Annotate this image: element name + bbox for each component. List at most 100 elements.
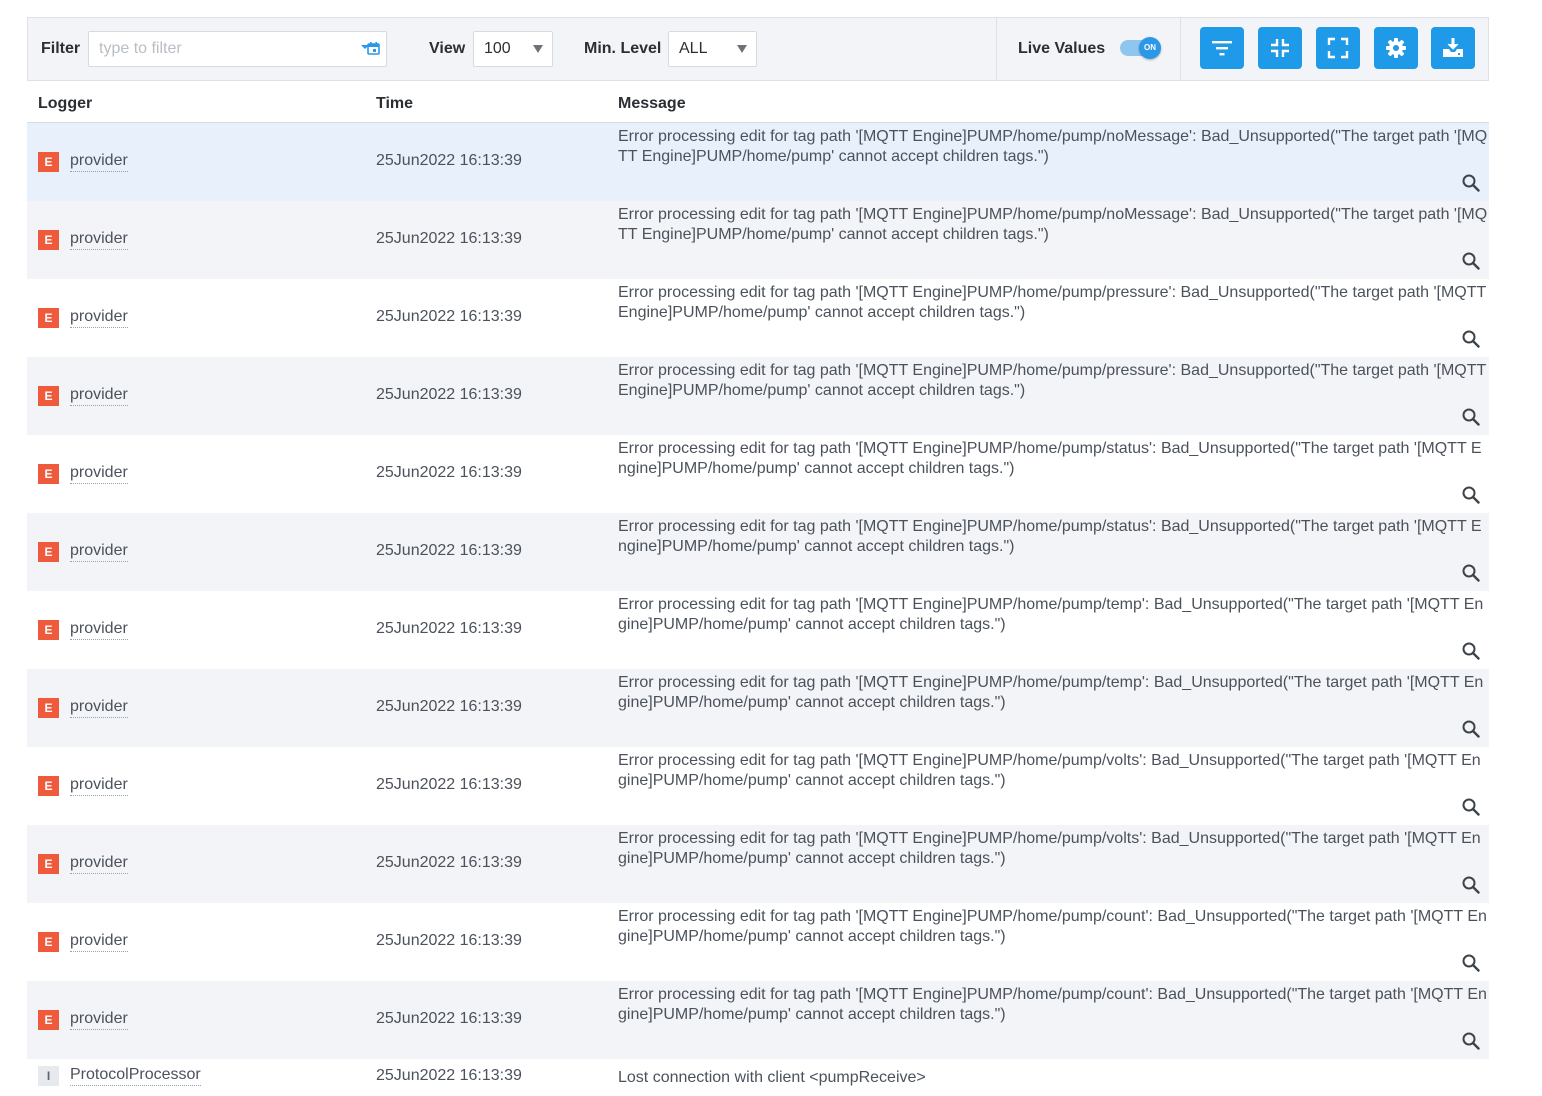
magnifier-icon[interactable]	[1462, 564, 1480, 582]
log-row[interactable]: Eprovider 25Jun2022 16:13:39 Error process…	[27, 591, 1489, 669]
log-message: Error processing edit for tag path '[MQT…	[618, 362, 1486, 399]
filter-date-icon[interactable]	[360, 39, 380, 59]
download-button[interactable]	[1431, 27, 1475, 69]
logger-link[interactable]: provider	[70, 385, 128, 406]
min-level-select[interactable]: ALL	[668, 31, 757, 67]
log-row[interactable]: I ProtocolProcessor 25Jun2022 16:13:39 Lost…	[27, 1059, 1489, 1094]
log-table-body: Eprovider 25Jun2022 16:13:39 Error process…	[27, 123, 1489, 1094]
magnifier-icon[interactable]	[1462, 174, 1480, 192]
magnifier-icon[interactable]	[1462, 252, 1480, 270]
logger-link[interactable]: provider	[70, 307, 128, 328]
log-time: 25Jun2022 16:13:39	[376, 698, 522, 715]
log-time: 25Jun2022 16:13:39	[376, 230, 522, 247]
log-row[interactable]: Eprovider 25Jun2022 16:13:39 Error process…	[27, 825, 1489, 903]
log-time: 25Jun2022 16:13:39	[376, 776, 522, 793]
log-row[interactable]: Eprovider 25Jun2022 16:13:39 Error process…	[27, 669, 1489, 747]
magnifier-icon[interactable]	[1462, 798, 1480, 816]
logger-link[interactable]: provider	[70, 853, 128, 874]
log-row[interactable]: Eprovider 25Jun2022 16:13:39 Error process…	[27, 201, 1489, 279]
error-level-badge: E	[38, 464, 59, 484]
table-header: Logger Time Message	[27, 90, 1489, 123]
error-level-badge: E	[38, 932, 59, 952]
log-time: 25Jun2022 16:13:39	[376, 152, 522, 169]
view-select[interactable]: 100	[473, 31, 553, 67]
download-icon	[1443, 38, 1463, 57]
log-time: 25Jun2022 16:13:39	[376, 386, 522, 403]
logger-link[interactable]: provider	[70, 931, 128, 952]
log-message: Error processing edit for tag path '[MQT…	[618, 674, 1484, 711]
magnifier-icon[interactable]	[1462, 1032, 1480, 1050]
info-level-badge: I	[38, 1066, 59, 1086]
logger-link[interactable]: provider	[70, 1009, 128, 1030]
log-message: Error processing edit for tag path '[MQT…	[618, 440, 1482, 477]
log-message: Lost connection with client <pumpReceive…	[618, 1069, 926, 1086]
log-message: Error processing edit for tag path '[MQT…	[618, 752, 1481, 789]
error-level-badge: E	[38, 386, 59, 406]
log-row[interactable]: Eprovider 25Jun2022 16:13:39 Error process…	[27, 435, 1489, 513]
log-row[interactable]: Eprovider 25Jun2022 16:13:39 Error process…	[27, 903, 1489, 981]
column-header-logger[interactable]: Logger	[38, 95, 92, 113]
log-message: Error processing edit for tag path '[MQT…	[618, 128, 1488, 165]
logger-link[interactable]: provider	[70, 151, 128, 172]
log-message: Error processing edit for tag path '[MQT…	[618, 986, 1487, 1023]
log-row[interactable]: Eprovider 25Jun2022 16:13:39 Error process…	[27, 279, 1489, 357]
view-select-value: 100	[484, 40, 511, 57]
error-level-badge: E	[38, 1010, 59, 1030]
log-row[interactable]: Eprovider 25Jun2022 16:13:39 Error process…	[27, 513, 1489, 591]
settings-button[interactable]	[1374, 27, 1418, 69]
error-level-badge: E	[38, 698, 59, 718]
log-row[interactable]: Eprovider 25Jun2022 16:13:39 Error process…	[27, 357, 1489, 435]
filter-label: Filter	[41, 40, 81, 57]
magnifier-icon[interactable]	[1462, 330, 1480, 348]
logger-link[interactable]: provider	[70, 541, 128, 562]
collapse-icon	[1271, 39, 1289, 57]
logger-link[interactable]: provider	[70, 229, 128, 250]
logger-link[interactable]: provider	[70, 463, 128, 484]
log-message: Error processing edit for tag path '[MQT…	[618, 596, 1484, 633]
error-level-badge: E	[38, 776, 59, 796]
magnifier-icon[interactable]	[1462, 954, 1480, 972]
log-time: 25Jun2022 16:13:39	[376, 542, 522, 559]
toolbar-divider	[996, 18, 997, 80]
log-time: 25Jun2022 16:13:39	[376, 854, 522, 871]
filter-button[interactable]	[1200, 27, 1244, 69]
gear-icon	[1386, 38, 1406, 58]
log-time: 25Jun2022 16:13:39	[376, 1067, 522, 1084]
column-header-message[interactable]: Message	[618, 95, 686, 113]
logger-link[interactable]: provider	[70, 697, 128, 718]
filter-field[interactable]	[88, 31, 387, 67]
log-row[interactable]: Eprovider 25Jun2022 16:13:39 Error process…	[27, 123, 1489, 201]
error-level-badge: E	[38, 854, 59, 874]
log-time: 25Jun2022 16:13:39	[376, 1010, 522, 1027]
filter-icon	[1212, 41, 1232, 56]
collapse-button[interactable]	[1258, 27, 1302, 69]
min-level-select-value: ALL	[679, 40, 708, 57]
magnifier-icon[interactable]	[1462, 486, 1480, 504]
log-message: Error processing edit for tag path '[MQT…	[618, 206, 1488, 243]
view-label: View	[429, 40, 466, 57]
column-header-time[interactable]: Time	[376, 95, 413, 113]
log-row[interactable]: Eprovider 25Jun2022 16:13:39 Error process…	[27, 981, 1489, 1059]
chevron-down-icon	[533, 45, 543, 53]
magnifier-icon[interactable]	[1462, 408, 1480, 426]
filter-input[interactable]	[89, 32, 367, 66]
magnifier-icon[interactable]	[1462, 720, 1480, 738]
logger-link[interactable]: provider	[70, 619, 128, 640]
log-toolbar: Filter View 100 Min. Level ALL Live Valu…	[27, 17, 1489, 81]
toolbar-divider	[1180, 18, 1181, 80]
toggle-knob: ON	[1139, 37, 1161, 59]
log-message: Error processing edit for tag path '[MQT…	[618, 908, 1487, 945]
min-level-label: Min. Level	[584, 40, 662, 57]
magnifier-icon[interactable]	[1462, 642, 1480, 660]
expand-button[interactable]	[1316, 27, 1360, 69]
error-level-badge: E	[38, 152, 59, 172]
logger-link[interactable]: provider	[70, 775, 128, 796]
live-values-toggle[interactable]: ON	[1120, 37, 1161, 59]
magnifier-icon[interactable]	[1462, 876, 1480, 894]
log-time: 25Jun2022 16:13:39	[376, 932, 522, 949]
logger-link[interactable]: ProtocolProcessor	[70, 1065, 201, 1086]
error-level-badge: E	[38, 308, 59, 328]
error-level-badge: E	[38, 230, 59, 250]
log-row[interactable]: Eprovider 25Jun2022 16:13:39 Error process…	[27, 747, 1489, 825]
chevron-down-icon	[737, 45, 747, 53]
